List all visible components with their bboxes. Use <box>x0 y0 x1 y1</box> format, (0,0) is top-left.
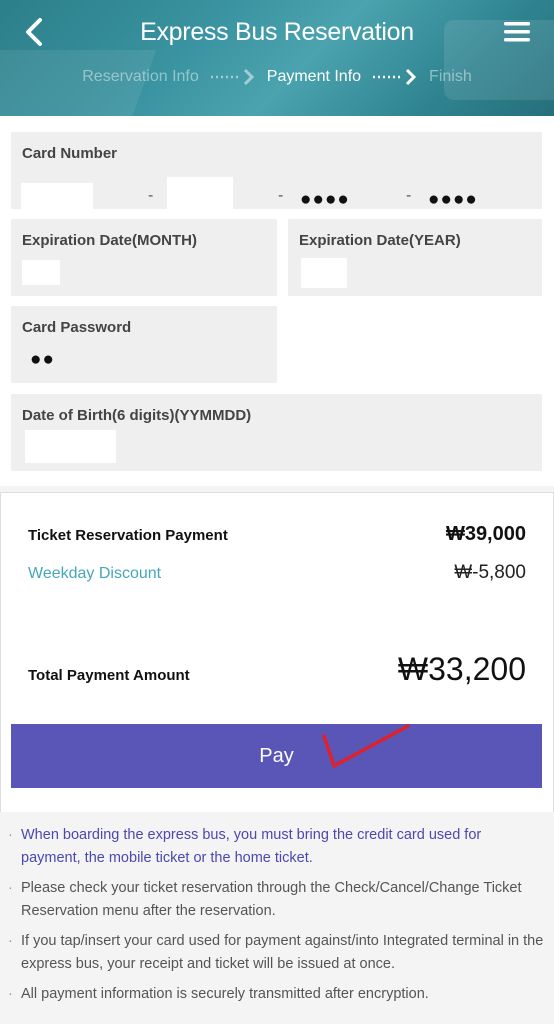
card-number-label: Card Number <box>22 145 118 162</box>
expiry-year-section: Expiration Date(YEAR) <box>288 219 542 296</box>
card-number-separator: - <box>148 187 154 204</box>
total-amount: ₩33,200 <box>397 651 526 687</box>
date-of-birth-label: Date of Birth(6 digits)(YYMMDD) <box>22 407 252 424</box>
expiry-month-section: Expiration Date(MONTH) <box>11 219 277 296</box>
dotted-arrow-icon <box>210 68 254 86</box>
card-number-separator: - <box>278 187 284 204</box>
card-number-field-3[interactable]: ●●●● <box>300 189 350 211</box>
discount-amount: ₩-5,800 <box>454 562 526 583</box>
step-payment-info: Payment Info <box>266 68 362 85</box>
app-header: Express Bus Reservation Reservation Info… <box>0 0 554 116</box>
card-number-field-2[interactable] <box>167 177 233 212</box>
card-password-section: Card Password ●● <box>11 306 277 383</box>
date-of-birth-section: Date of Birth(6 digits)(YYMMDD) <box>11 394 542 471</box>
page-title: Express Bus Reservation <box>140 18 414 46</box>
menu-button[interactable] <box>502 18 532 46</box>
expiry-month-field[interactable] <box>22 260 60 285</box>
expiry-month-label: Expiration Date(MONTH) <box>22 232 198 249</box>
pay-button[interactable]: Pay <box>11 724 542 788</box>
payment-notes: · When boarding the express bus, you mus… <box>0 824 554 1013</box>
total-row: Total Payment Amount ₩33,200 <box>28 651 526 688</box>
note-text: Please check your ticket reservation thr… <box>21 880 522 919</box>
expiry-year-label: Expiration Date(YEAR) <box>299 232 461 249</box>
progress-steps: Reservation Info Payment Info Finish <box>0 66 554 88</box>
discount-label: Weekday Discount <box>28 565 162 582</box>
bullet-icon: · <box>8 986 13 1002</box>
card-number-section: Card Number - - ●●●● - ●●●● <box>11 132 542 220</box>
bullet-icon: · <box>8 933 13 949</box>
card-password-label: Card Password <box>22 319 132 336</box>
ticket-payment-label: Ticket Reservation Payment <box>28 527 228 544</box>
note-item: · If you tap/insert your card used for p… <box>8 930 544 976</box>
hamburger-menu-icon <box>504 22 530 42</box>
ticket-payment-amount: ₩39,000 <box>445 523 526 545</box>
note-text: All payment information is securely tran… <box>21 986 429 1002</box>
card-form: Card Number - - ●●●● - ●●●● Expiration D… <box>0 116 554 486</box>
discount-row: Weekday Discount ₩-5,800 <box>28 562 526 584</box>
bullet-icon: · <box>8 880 13 896</box>
step-finish: Finish <box>429 68 472 85</box>
card-number-field-4[interactable]: ●●●● <box>428 189 478 211</box>
dotted-arrow-icon <box>373 68 417 86</box>
ticket-payment-row: Ticket Reservation Payment ₩39,000 <box>28 523 526 546</box>
expiry-year-field[interactable] <box>301 258 347 288</box>
date-of-birth-field[interactable] <box>25 430 116 463</box>
bullet-icon: · <box>8 827 13 843</box>
note-item: · When boarding the express bus, you mus… <box>8 824 544 870</box>
card-password-field[interactable]: ●● <box>30 349 55 371</box>
note-text: If you tap/insert your card used for pay… <box>21 933 544 972</box>
card-number-separator: - <box>406 187 412 204</box>
note-item: · Please check your ticket reservation t… <box>8 877 544 923</box>
note-text: When boarding the express bus, you must … <box>21 827 482 866</box>
total-label: Total Payment Amount <box>28 667 190 684</box>
note-item: · All payment information is securely tr… <box>8 983 544 1006</box>
step-reservation-info: Reservation Info <box>82 68 199 85</box>
card-number-field-1[interactable] <box>21 183 93 220</box>
